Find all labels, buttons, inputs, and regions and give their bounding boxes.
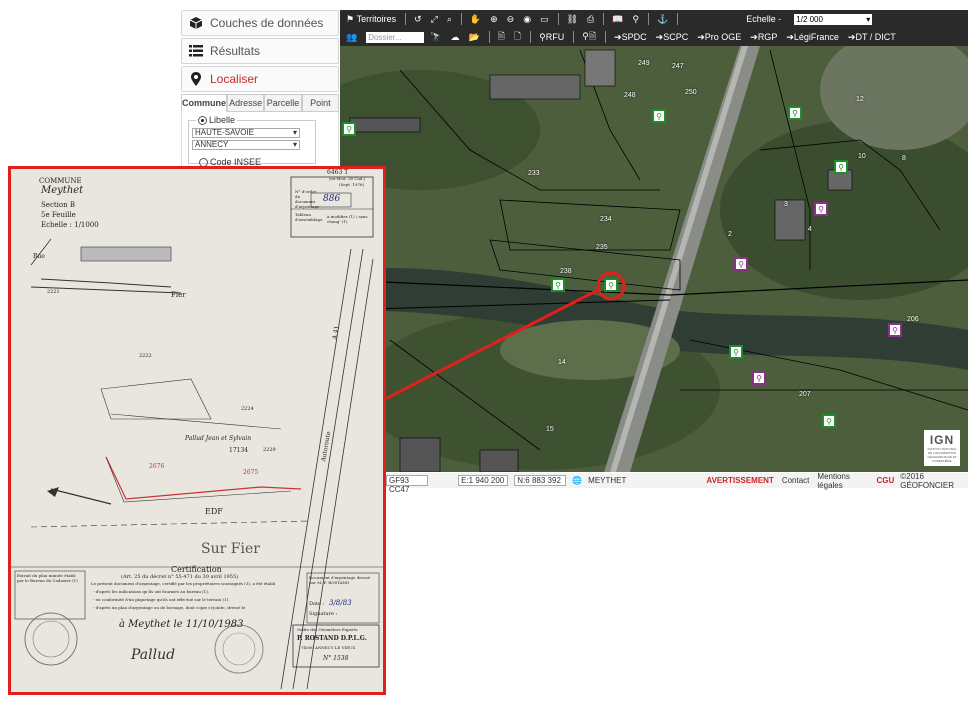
connector-overlay [384, 288, 599, 401]
connector-line [384, 288, 599, 401]
